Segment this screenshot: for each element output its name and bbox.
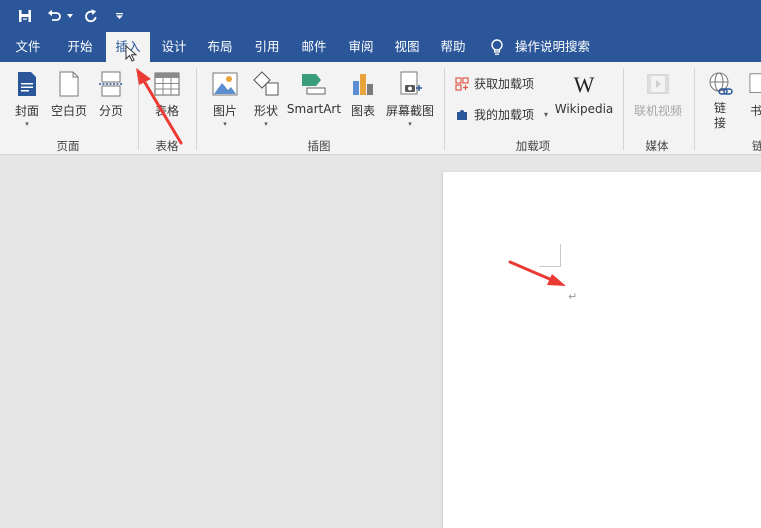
annotation-arrows: [136, 68, 566, 286]
arrow-to-cursor: [508, 260, 566, 286]
arrow-to-insert-tab: [136, 68, 183, 145]
mouse-pointer-icon: [125, 45, 137, 62]
